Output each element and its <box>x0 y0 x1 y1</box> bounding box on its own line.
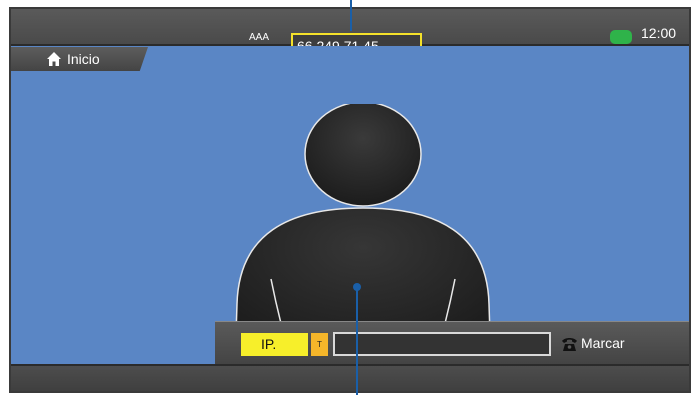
phone-icon <box>562 338 577 351</box>
dial-mode-toggle[interactable]: T <box>311 333 328 356</box>
number-input[interactable] <box>333 332 551 356</box>
dial-button[interactable]: Marcar <box>561 331 655 357</box>
video-area: Inicio IP. T Marcar <box>11 46 689 364</box>
home-button-label: Inicio <box>67 51 100 67</box>
ip-callout-line <box>350 0 352 31</box>
dial-mode-label[interactable]: IP. <box>241 333 308 356</box>
clock: 12:00 <box>641 25 677 41</box>
avatar-callout-line <box>356 287 358 395</box>
bottom-bar <box>11 364 689 391</box>
dial-button-label: Marcar <box>581 335 625 351</box>
home-icon <box>47 52 61 66</box>
connection-status-icon <box>610 30 632 44</box>
account-label: AAA <box>249 32 270 43</box>
home-button[interactable]: Inicio <box>11 47 148 71</box>
dial-bar: IP. T Marcar <box>215 321 689 364</box>
intercom-screen: AAA 66.249.71.45 12:00 Inicio <box>9 7 691 393</box>
